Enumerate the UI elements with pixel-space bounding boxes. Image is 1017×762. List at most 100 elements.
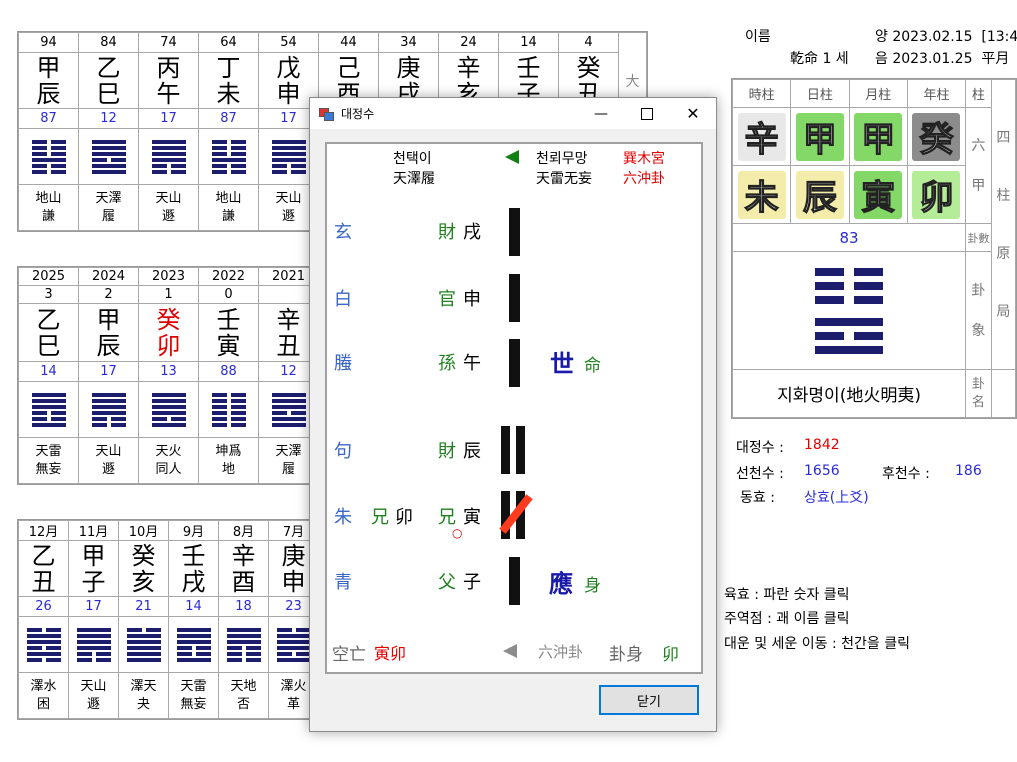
pillar-stem[interactable]: 辛: [731, 107, 792, 166]
daewoon-num-link[interactable]: 87: [18, 108, 79, 129]
wolwoon-stem[interactable]: 辛: [220, 543, 268, 569]
wolwoon-ganzhi-cell[interactable]: 癸亥: [118, 540, 169, 597]
hexagram-lines: [220, 627, 268, 662]
daewoon-ganzhi-cell[interactable]: 丁未: [198, 52, 259, 109]
daewoon-gua-name[interactable]: 地山謙: [18, 184, 79, 231]
dialog-titlebar[interactable]: 대정수 — ✕: [310, 98, 716, 129]
sewoon-num-link[interactable]: 13: [138, 361, 199, 382]
yang-line: [271, 139, 306, 144]
yao-line-3b: [516, 426, 525, 474]
wolwoon-num-link[interactable]: 14: [168, 596, 219, 617]
gua-number[interactable]: 83: [731, 223, 967, 252]
yang-line: [276, 633, 311, 638]
sewoon-num-link[interactable]: 17: [78, 361, 139, 382]
sewoon-stem[interactable]: 壬: [200, 307, 258, 333]
help-line: 대운 및 세운 이동 : 천간을 클릭: [724, 636, 910, 652]
close-button[interactable]: 닫기: [599, 685, 699, 715]
sewoon-gua-name[interactable]: 天山遯: [78, 437, 139, 484]
pillar-branch[interactable]: 未: [731, 165, 792, 224]
wolwoon-num-link[interactable]: 17: [68, 596, 119, 617]
sewoon-year: 2023: [138, 267, 199, 286]
yin-line: [177, 646, 211, 650]
daewoon-gua-name[interactable]: 天澤履: [78, 184, 139, 231]
sewoon-gua-name[interactable]: 天火 同人: [138, 437, 199, 484]
daewoon-age: 94: [18, 32, 79, 53]
yao-line-1: [509, 557, 520, 605]
wolwoon-ganzhi-cell[interactable]: 甲子: [68, 540, 119, 597]
daewoon-stem[interactable]: 丙: [140, 55, 198, 81]
sewoon-ganzhi-cell[interactable]: 壬寅: [198, 303, 259, 362]
daewoon-num-link[interactable]: 17: [138, 108, 199, 129]
sewoon-gua-name[interactable]: 天雷 無妄: [18, 437, 79, 484]
maximize-icon[interactable]: [624, 107, 670, 120]
yang-line: [91, 404, 126, 409]
daewoon-gua-name[interactable]: 天山遯: [138, 184, 199, 231]
minimize-icon[interactable]: —: [578, 106, 624, 122]
wolwoon-gua-name[interactable]: 天雷 無妄: [168, 672, 219, 719]
daewoon-stem[interactable]: 戊: [260, 55, 318, 81]
wolwoon-ganzhi-cell[interactable]: 乙丑: [18, 540, 69, 597]
wolwoon-stem[interactable]: 癸: [120, 543, 168, 569]
yang-line: [226, 627, 261, 632]
daewoon-age: 44: [318, 32, 379, 53]
main-gua-name[interactable]: 지화명이(地火明夷): [731, 369, 967, 418]
sewoon-ganzhi-cell[interactable]: 乙巳: [18, 303, 79, 362]
arrow-gray-icon: [503, 644, 517, 658]
pillar-stem[interactable]: 甲: [790, 107, 850, 166]
seoncheon-value: 1656: [804, 463, 840, 479]
wolwoon-month: 12月: [18, 520, 69, 541]
yang-line: [176, 627, 211, 632]
sewoon-num-link[interactable]: 14: [18, 361, 79, 382]
daewoon-stem[interactable]: 辛: [440, 55, 498, 81]
wolwoon-gua-name[interactable]: 澤天夬: [118, 672, 169, 719]
pillar-stem[interactable]: 癸: [906, 107, 967, 166]
app-icon: [319, 107, 334, 121]
pillar-stem[interactable]: 甲: [848, 107, 908, 166]
daewoon-stem[interactable]: 己: [320, 55, 378, 81]
pillar-branch[interactable]: 辰: [790, 165, 850, 224]
wolwoon-ganzhi-cell[interactable]: 壬戌: [168, 540, 219, 597]
sewoon-num-link[interactable]: 88: [198, 361, 259, 382]
sewoon-ganzhi-cell-current[interactable]: 癸卯: [138, 303, 199, 362]
wolwoon-num-link[interactable]: 18: [218, 596, 269, 617]
daewoon-num-link[interactable]: 12: [78, 108, 139, 129]
wolwoon-stem[interactable]: 乙: [20, 543, 68, 569]
relation-5: 官: [438, 289, 456, 310]
wolwoon-name-row: 澤水困 天山遯 澤天夬 天雷 無妄 天地否 澤火革: [18, 672, 319, 719]
daewoon-stem[interactable]: 壬: [500, 55, 558, 81]
sewoon-hexagram: [18, 381, 79, 438]
close-icon[interactable]: ✕: [670, 104, 716, 123]
yang-line: [211, 157, 246, 162]
wolwoon-num-link[interactable]: 21: [118, 596, 169, 617]
daewoon-stem[interactable]: 庚: [380, 55, 438, 81]
daewoon-stem[interactable]: 癸: [560, 55, 618, 81]
pillar-branch[interactable]: 寅: [848, 165, 908, 224]
daewoon-stem[interactable]: 乙: [80, 55, 138, 81]
wolwoon-gua-name[interactable]: 天地否: [218, 672, 269, 719]
daewoon-ganzhi-cell[interactable]: 乙巳: [78, 52, 139, 109]
daewoon-stem[interactable]: 丁: [200, 55, 258, 81]
sewoon-stem[interactable]: 乙: [20, 307, 78, 333]
yin-line: [212, 170, 246, 174]
daewoon-num-link[interactable]: 87: [198, 108, 259, 129]
daewoon-stem[interactable]: 甲: [20, 55, 78, 81]
sewoon-gua-name[interactable]: 坤爲地: [198, 437, 259, 484]
wolwoon-stem[interactable]: 壬: [170, 543, 218, 569]
pillar-branch[interactable]: 卯: [906, 165, 967, 224]
sewoon-ganzhi-cell[interactable]: 甲辰: [78, 303, 139, 362]
sewoon-stem[interactable]: 甲: [80, 307, 138, 333]
daewoon-hexagram: [78, 128, 139, 185]
yin-line: [212, 405, 246, 409]
yin-line: [815, 267, 884, 276]
sewoon-stem[interactable]: 癸: [140, 307, 198, 333]
wolwoon-gua-name[interactable]: 天山遯: [68, 672, 119, 719]
yin-line: [32, 140, 66, 144]
wolwoon-num-link[interactable]: 26: [18, 596, 69, 617]
wolwoon-gua-name[interactable]: 澤水困: [18, 672, 69, 719]
daewoon-ganzhi-cell[interactable]: 甲辰: [18, 52, 79, 109]
daewoon-gua-name[interactable]: 地山謙: [198, 184, 259, 231]
wolwoon-stem[interactable]: 甲: [70, 543, 118, 569]
wolwoon-ganzhi-cell[interactable]: 辛酉: [218, 540, 269, 597]
daewoon-ganzhi-cell[interactable]: 丙午: [138, 52, 199, 109]
yang-line: [276, 657, 311, 662]
